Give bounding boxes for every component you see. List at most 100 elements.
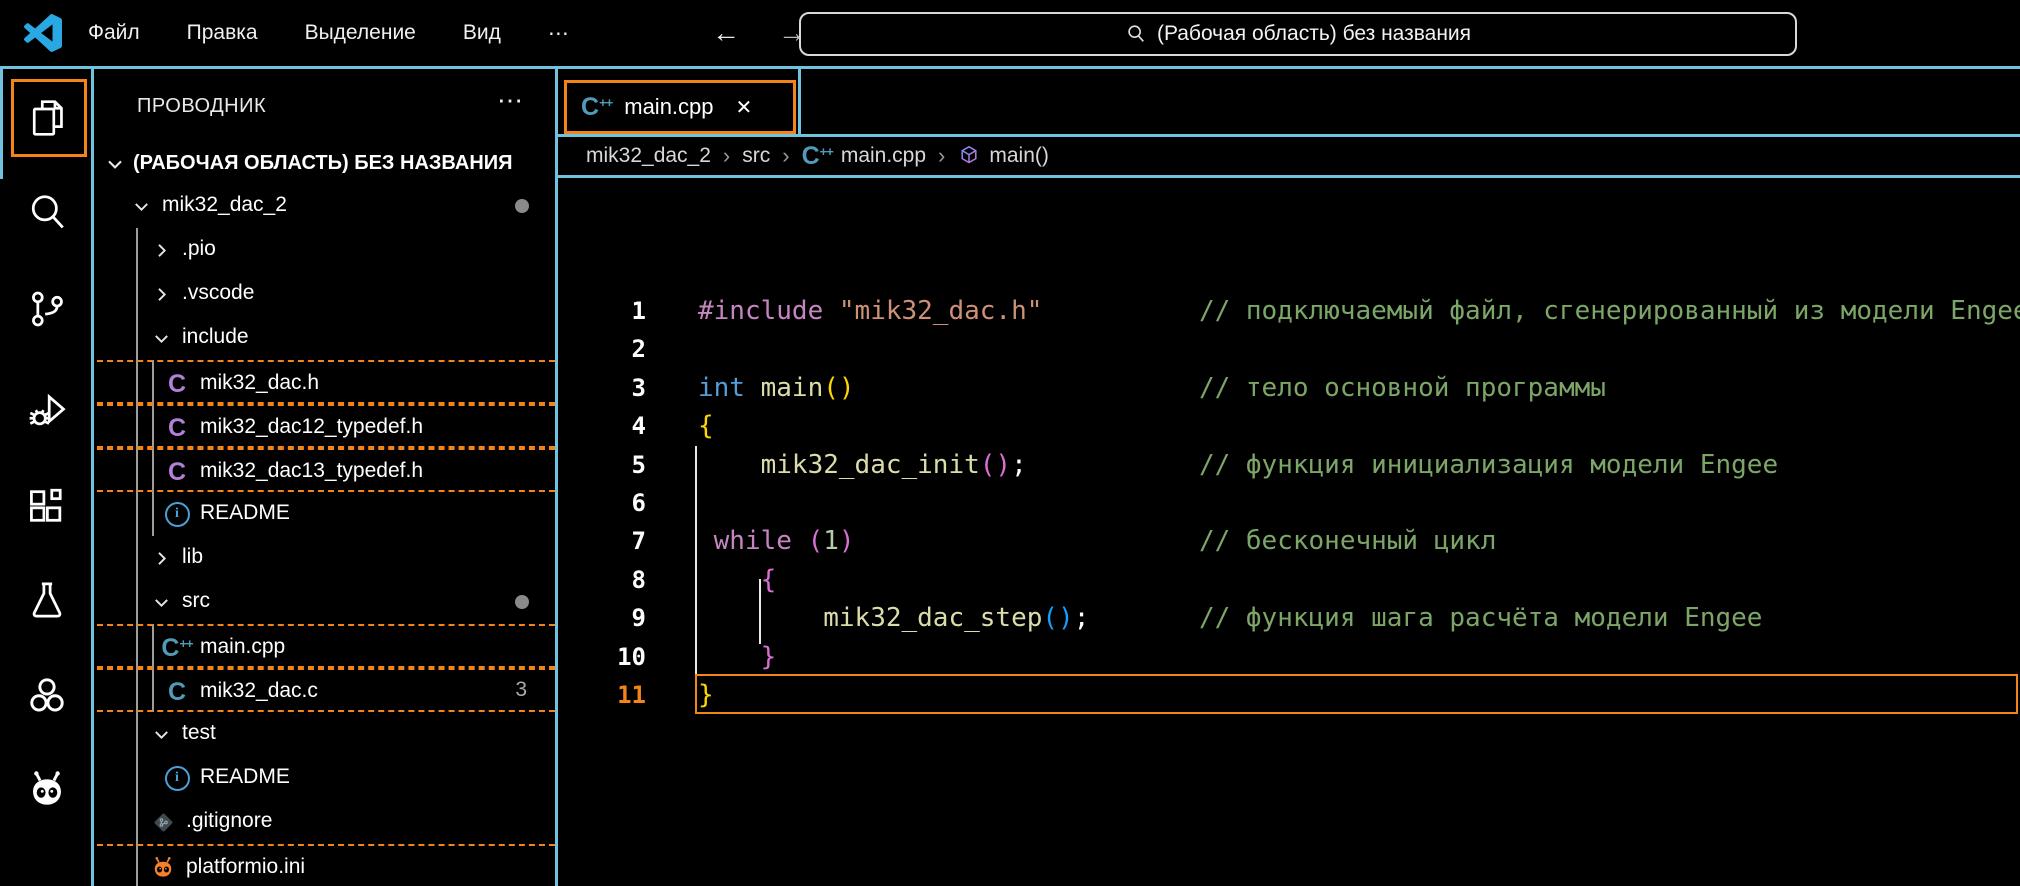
chevron-down-icon[interactable]: [126, 192, 156, 220]
chevron-down-icon[interactable]: [146, 588, 176, 616]
code-line-7[interactable]: while (1) // бесконечный цикл: [698, 522, 1496, 561]
chevron-right-icon: [152, 241, 171, 260]
code-line-4[interactable]: {: [698, 407, 714, 446]
breadcrumbs: mik32_dac_2›src›C++main.cpp›main(): [558, 137, 2020, 178]
tree-item-label: mik32_dac.h: [200, 371, 319, 395]
code-line-3[interactable]: int main() // тело основной программы: [698, 369, 1606, 408]
code-area[interactable]: 1 #include "mik32_dac.h" // подключаемый …: [558, 178, 2020, 886]
platformio-icon: [150, 855, 176, 881]
breadcrumb-item-main.cpp[interactable]: main.cpp: [841, 144, 926, 168]
breadcrumb-item-src[interactable]: src: [742, 144, 770, 168]
files-icon: [26, 95, 72, 141]
sidebar-item-testing[interactable]: [25, 578, 69, 622]
breadcrumb-item-mik32_dac_2[interactable]: mik32_dac_2: [586, 144, 711, 168]
code-line-10[interactable]: }: [698, 638, 776, 677]
file-type-icon: C: [162, 370, 192, 398]
menu-item-Правка[interactable]: Правка: [187, 21, 258, 45]
tree-item-.gitignore[interactable]: .gitignore: [97, 800, 555, 844]
platformio-alien-icon: [25, 768, 69, 812]
back-arrow-icon[interactable]: ←: [712, 0, 740, 66]
line-number: 11: [558, 676, 646, 715]
sidebar-item-extensions[interactable]: [25, 484, 69, 528]
file-type-icon: C: [162, 678, 192, 706]
tree-item-label: lib: [182, 545, 203, 569]
active-item-indicator: [0, 69, 3, 179]
activity-bar: [0, 69, 94, 886]
tree-item-mik32_dac13_typedef.h[interactable]: Cmik32_dac13_typedef.h: [97, 448, 555, 492]
tree-item-label: mik32_dac12_typedef.h: [200, 415, 423, 439]
tree-item-mik32_dac.c[interactable]: Cmik32_dac.c3: [97, 668, 555, 712]
search-icon: [25, 190, 69, 234]
sidebar-item-explorer[interactable]: [11, 79, 87, 157]
cpp-file-icon: C++: [581, 93, 612, 122]
code-line-5[interactable]: mik32_dac_init(); // функция инициализац…: [698, 446, 1778, 485]
tree-item-mik32_dac_2[interactable]: mik32_dac_2: [97, 184, 555, 228]
tree-item-label: src: [182, 589, 210, 613]
menu-item-⋯[interactable]: ⋯: [548, 21, 569, 46]
cube-icon: [957, 144, 981, 168]
git-icon: [151, 810, 176, 835]
breadcrumb-separator-icon: ›: [723, 143, 730, 169]
breadcrumb-separator-icon: ›: [782, 143, 789, 169]
line-number: 7: [558, 522, 646, 561]
tree-item-test[interactable]: test: [97, 712, 555, 756]
tree-item-label: test: [182, 721, 216, 745]
code-line-1[interactable]: #include "mik32_dac.h" // подключаемый ф…: [698, 292, 2020, 331]
chevron-right-icon[interactable]: [146, 544, 176, 572]
beaker-icon: [25, 578, 69, 622]
chevron-down-icon[interactable]: [146, 324, 176, 352]
code-line-9[interactable]: mik32_dac_step(); // функция шага расчёт…: [698, 599, 1762, 638]
line-number: 1: [558, 292, 646, 331]
tree-item-label: .vscode: [182, 281, 254, 305]
tree-item-platformio.ini[interactable]: platformio.ini: [97, 844, 555, 886]
chevron-down-icon: [152, 725, 171, 744]
tree-item-mik32_dac12_typedef.h[interactable]: Cmik32_dac12_typedef.h: [97, 404, 555, 448]
c-header-file-icon: C: [168, 458, 186, 487]
sidebar-item-platformio[interactable]: [25, 768, 69, 812]
command-center-search[interactable]: (Рабочая область) без названия: [799, 12, 1797, 56]
tree-item-README[interactable]: iREADME: [97, 756, 555, 800]
line-number: 6: [558, 484, 646, 523]
tree-item-README[interactable]: iREADME: [97, 492, 555, 536]
info-icon: i: [165, 502, 190, 527]
sidebar-item-search[interactable]: [25, 190, 69, 234]
search-icon: [1125, 23, 1147, 45]
sidebar-item-run-debug[interactable]: [25, 388, 69, 432]
tree-item-main.cpp[interactable]: C++main.cpp: [97, 624, 555, 668]
tree-item-src[interactable]: src: [97, 580, 555, 624]
tree-item-.vscode[interactable]: .vscode: [97, 272, 555, 316]
search-placeholder: (Рабочая область) без названия: [1157, 22, 1471, 46]
tree-item-label: platformio.ini: [186, 855, 305, 879]
cpp-file-icon: C++: [161, 634, 192, 663]
tree-item-mik32_dac.h[interactable]: Cmik32_dac.h: [97, 360, 555, 404]
tree-item-label: .pio: [182, 237, 216, 261]
breadcrumb-item-main()[interactable]: main(): [989, 144, 1049, 168]
file-type-icon: [148, 808, 178, 836]
menu-item-Вид[interactable]: Вид: [463, 21, 501, 45]
menu-item-Файл[interactable]: Файл: [88, 21, 140, 45]
line-number: 3: [558, 369, 646, 408]
tab-main-cpp[interactable]: C++ main.cpp ✕: [564, 80, 796, 134]
sidebar-item-three-circles[interactable]: [25, 673, 69, 717]
close-icon[interactable]: ✕: [736, 95, 753, 120]
tree-item-label: .gitignore: [186, 809, 272, 833]
c-source-file-icon: C: [168, 678, 186, 707]
menu-item-Выделение[interactable]: Выделение: [305, 21, 416, 45]
menu-bar: Файл Правка Выделение Вид ⋯: [88, 0, 569, 66]
c-header-file-icon: C: [168, 370, 186, 399]
tree-item-lib[interactable]: lib: [97, 536, 555, 580]
code-line-11[interactable]: }: [698, 676, 714, 715]
tree-item-label: include: [182, 325, 249, 349]
tab-label: main.cpp: [624, 94, 713, 120]
tree-item-include[interactable]: include: [97, 316, 555, 360]
chevron-right-icon[interactable]: [146, 280, 176, 308]
editor-group: C++ main.cpp ✕ mik32_dac_2 › src › C++ main.c…: [558, 69, 2020, 886]
tree-item-.pio[interactable]: .pio: [97, 228, 555, 272]
chevron-right-icon[interactable]: [146, 236, 176, 264]
modified-dot-badge: [515, 199, 529, 213]
sidebar-item-source-control[interactable]: [25, 287, 69, 331]
code-line-8[interactable]: {: [698, 561, 776, 600]
file-tree: mik32_dac_2 .pio .vscode include Cmik32_dac.…: [97, 69, 555, 886]
chevron-down-icon: [132, 197, 151, 216]
chevron-down-icon[interactable]: [146, 720, 176, 748]
